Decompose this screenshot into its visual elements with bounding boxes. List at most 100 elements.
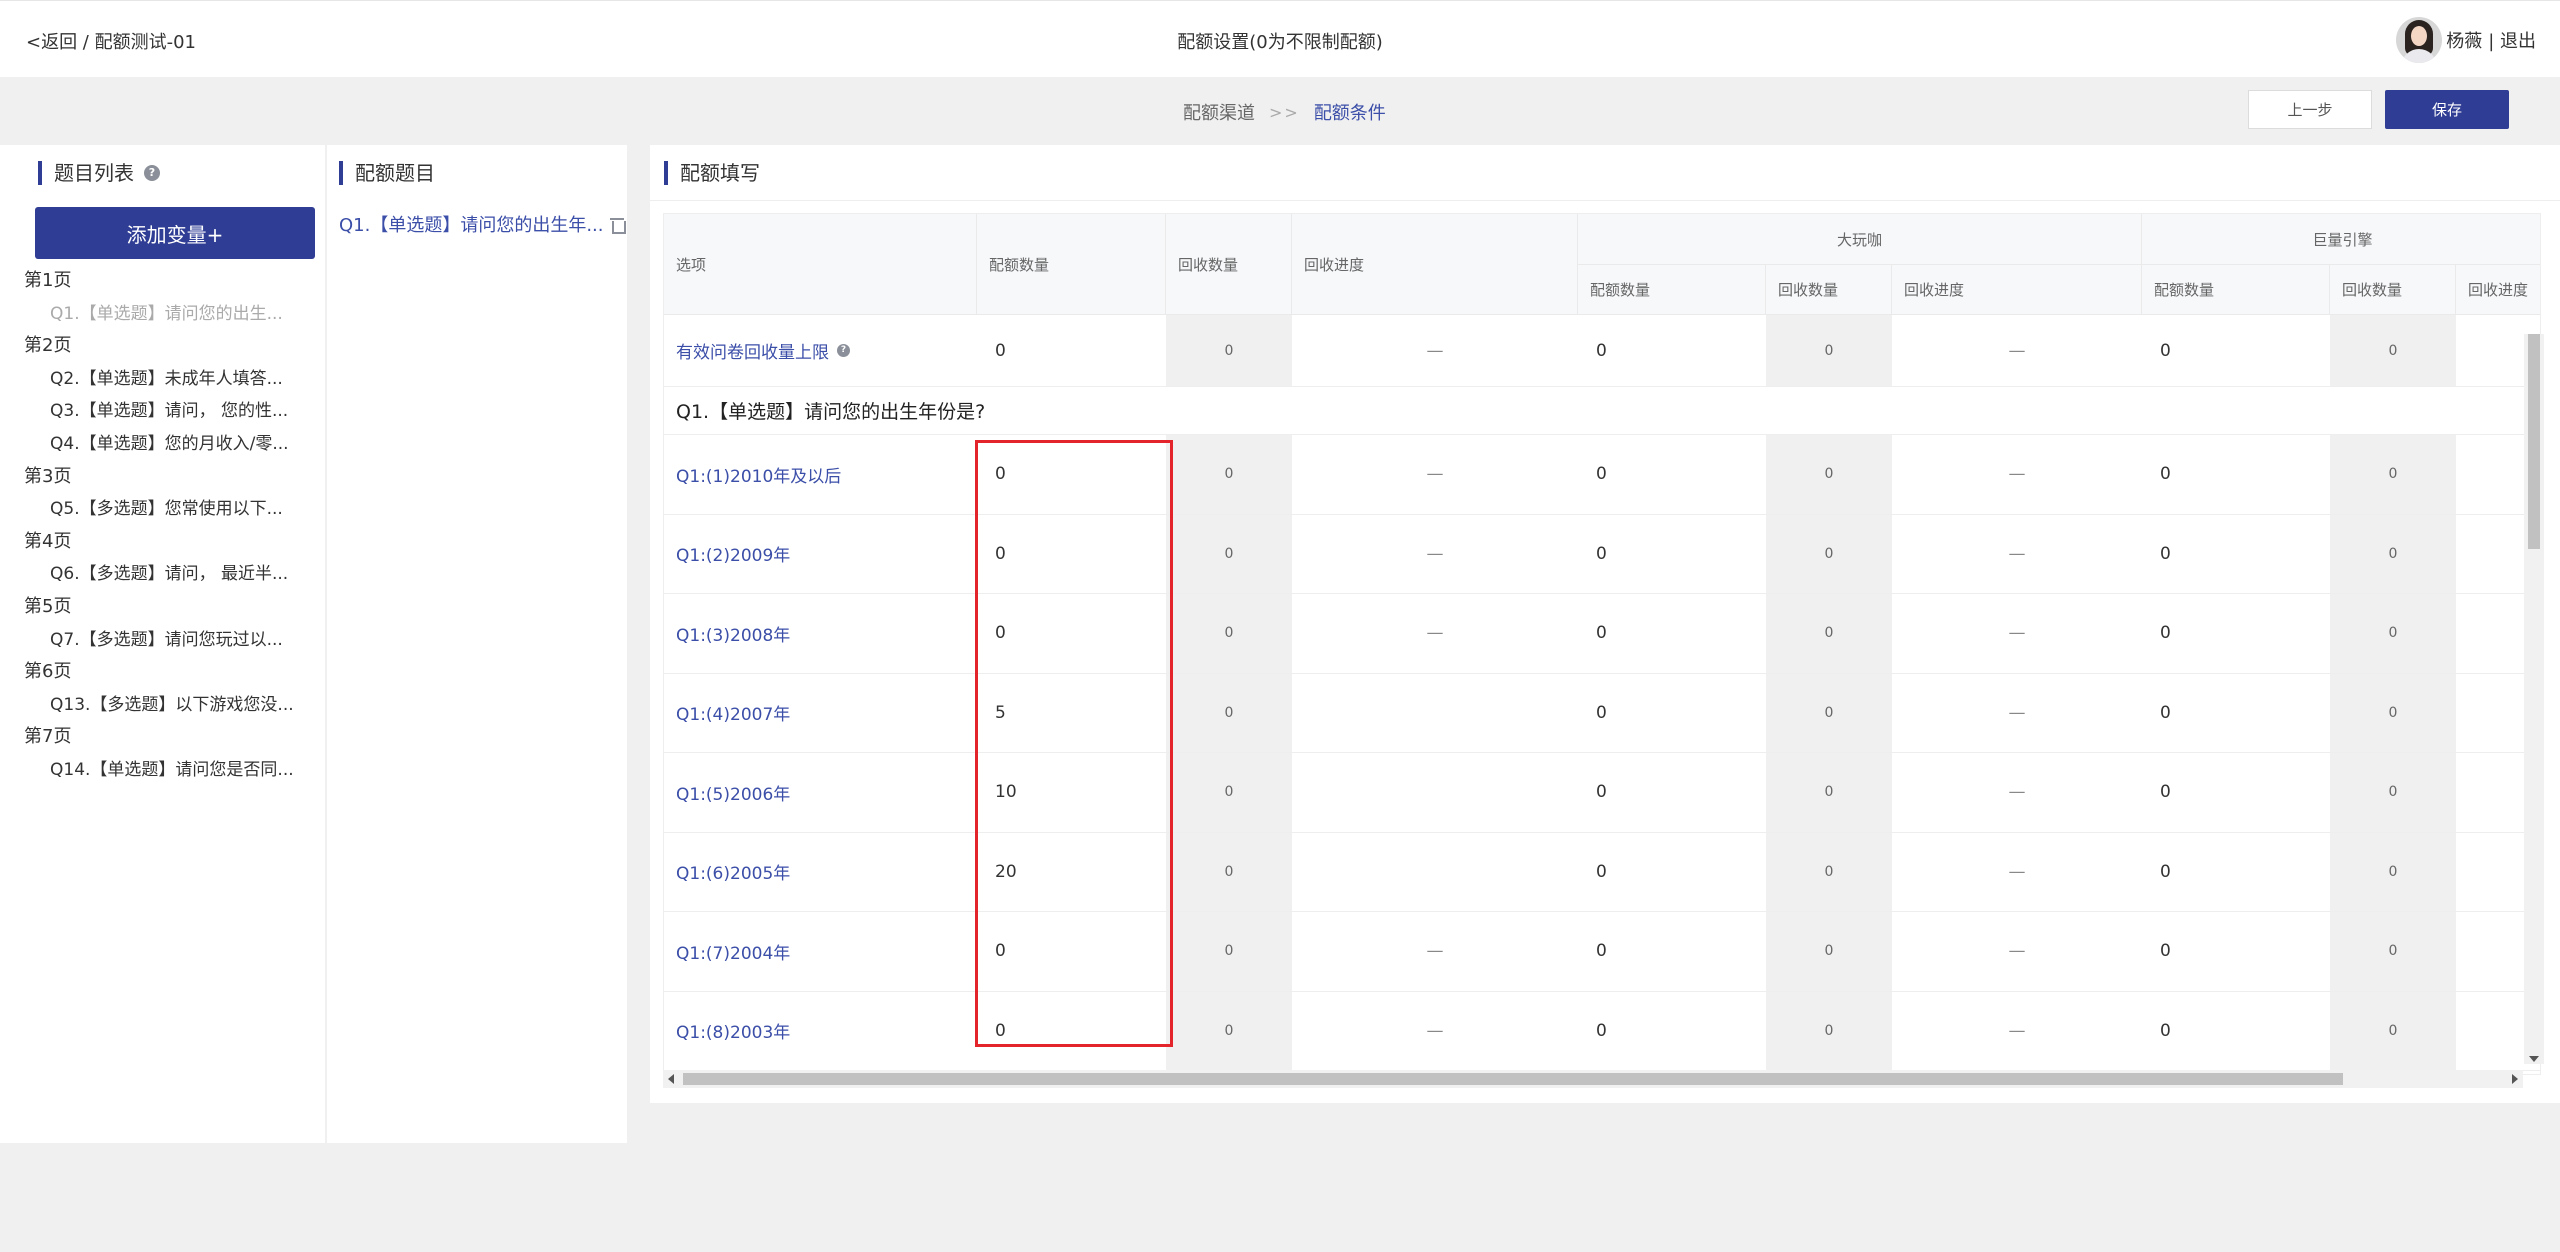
- recv-count: 0: [1166, 435, 1292, 515]
- quota-input[interactable]: 0: [1578, 992, 1766, 1071]
- quota-input[interactable]: 0: [2142, 992, 2330, 1071]
- recv-count: 0: [2330, 435, 2456, 515]
- recv-progress: —: [1892, 753, 2142, 833]
- option-label[interactable]: Q1:(8)2003年: [664, 992, 977, 1071]
- question-list-item[interactable]: Q13.【多选题】以下游戏您没...: [24, 689, 319, 722]
- column-header-recv: 回收数量: [1766, 265, 1892, 315]
- option-label[interactable]: Q1:(5)2006年: [664, 753, 977, 833]
- channel-header: 巨量引擎: [2142, 214, 2540, 265]
- step-conditions[interactable]: 配额条件: [1314, 99, 1386, 125]
- quota-input[interactable]: 0: [2142, 753, 2330, 833]
- quota-input[interactable]: 0: [977, 912, 1166, 992]
- recv-progress: [1292, 833, 1578, 912]
- quota-input[interactable]: 0: [1578, 912, 1766, 992]
- quota-input[interactable]: 0: [1578, 435, 1766, 515]
- recv-count: 0: [1766, 435, 1892, 515]
- recv-count: 0: [2330, 594, 2456, 674]
- question-list-item[interactable]: Q14.【单选题】请问您是否同...: [24, 754, 319, 787]
- recv-progress: —: [1892, 992, 2142, 1071]
- quota-input[interactable]: 0: [1578, 594, 1766, 674]
- add-variable-button[interactable]: 添加变量+: [35, 207, 315, 259]
- quota-input[interactable]: 0: [2142, 674, 2330, 753]
- quota-input[interactable]: 5: [977, 674, 1166, 753]
- recv-count: 0: [1166, 991, 1292, 1071]
- top-bar: <返回 / 配额测试-01 配额设置(0为不限制配额) 杨薇 | 退出: [0, 0, 2560, 77]
- question-list-item[interactable]: Q3.【单选题】请问， 您的性...: [24, 395, 319, 428]
- vertical-scrollbar[interactable]: [2524, 334, 2544, 1064]
- panel-title: 配额填写: [664, 161, 760, 185]
- recv-progress: [1292, 753, 1578, 833]
- quota-input[interactable]: 0: [977, 435, 1166, 515]
- quota-input[interactable]: 0: [1578, 515, 1766, 594]
- quota-input[interactable]: 0: [977, 515, 1166, 594]
- step-channel[interactable]: 配额渠道: [1183, 99, 1255, 125]
- trash-icon[interactable]: [609, 216, 626, 234]
- quota-input[interactable]: 0: [2142, 912, 2330, 992]
- recv-progress: —: [1892, 515, 2142, 594]
- option-label[interactable]: Q1:(2)2009年: [664, 515, 977, 594]
- question-tree: 第1页 Q1.【单选题】请问您的出生... 第2页 Q2.【单选题】未成年人填答...…: [24, 265, 319, 787]
- recv-count: 0: [1166, 594, 1292, 674]
- divider: [650, 200, 2560, 201]
- quota-question-item[interactable]: Q1.【单选题】请问您的出生年...: [339, 211, 626, 237]
- user-name[interactable]: 杨薇: [2446, 27, 2482, 53]
- column-header-quota: 配额数量: [2142, 265, 2330, 315]
- channel-header: 大玩咖: [1578, 214, 2142, 265]
- quota-input[interactable]: 0: [1578, 674, 1766, 753]
- question-list-item[interactable]: Q1.【单选题】请问您的出生...: [24, 298, 319, 331]
- question-list-item[interactable]: Q4.【单选题】您的月收入/零...: [24, 428, 319, 461]
- question-list-item[interactable]: Q5.【多选题】您常使用以下...: [24, 493, 319, 526]
- help-icon[interactable]: ?: [837, 344, 850, 357]
- prev-step-button[interactable]: 上一步: [2248, 90, 2372, 129]
- quota-input[interactable]: 0: [2142, 315, 2330, 387]
- option-label[interactable]: Q1:(1)2010年及以后: [664, 435, 977, 515]
- quota-input[interactable]: 0: [977, 992, 1166, 1071]
- question-list-panel: 题目列表 ? 添加变量+ 第1页 Q1.【单选题】请问您的出生... 第2页 Q2.【…: [0, 145, 325, 1143]
- recv-progress: —: [1892, 912, 2142, 992]
- recv-progress: —: [1292, 594, 1578, 674]
- help-icon[interactable]: ?: [144, 165, 160, 181]
- quota-input[interactable]: 0: [2142, 594, 2330, 674]
- quota-input[interactable]: 0: [1578, 753, 1766, 833]
- quota-input[interactable]: 0: [977, 594, 1166, 674]
- recv-count: 0: [1766, 673, 1892, 753]
- horizontal-scrollbar[interactable]: [663, 1070, 2523, 1088]
- logout-link[interactable]: | 退出: [2488, 27, 2536, 53]
- recv-count: 0: [2330, 315, 2456, 387]
- option-label[interactable]: Q1:(6)2005年: [664, 833, 977, 912]
- avatar[interactable]: [2396, 17, 2443, 63]
- quota-input[interactable]: 0: [1578, 833, 1766, 912]
- option-label[interactable]: Q1:(4)2007年: [664, 674, 977, 753]
- column-header-quota: 配额数量: [1578, 265, 1766, 315]
- quota-input[interactable]: 0: [2142, 435, 2330, 515]
- quota-input[interactable]: 0: [2142, 515, 2330, 594]
- quota-input[interactable]: 20: [977, 833, 1166, 912]
- step-indicator: 配额渠道 >> 配额条件: [1183, 99, 1386, 125]
- quota-input[interactable]: 0: [1578, 315, 1766, 387]
- option-label[interactable]: Q1:(3)2008年: [664, 594, 977, 674]
- recv-count: 0: [1166, 753, 1292, 833]
- page-group-label: 第1页: [24, 270, 72, 291]
- recv-progress: —: [1892, 833, 2142, 912]
- quota-input[interactable]: 10: [977, 753, 1166, 833]
- recv-progress: —: [1292, 515, 1578, 594]
- panel-title: 题目列表 ?: [38, 161, 160, 185]
- question-list-item[interactable]: Q7.【多选题】请问您玩过以...: [24, 624, 319, 657]
- option-label[interactable]: Q1:(7)2004年: [664, 912, 977, 992]
- recv-count: 0: [2330, 832, 2456, 912]
- quota-fill-panel: 配额填写 选项 配额数量 回收数量 回收进度 大玩咖 巨量引擎 配额数量 回收数量 回收进度 配额…: [650, 145, 2560, 1103]
- page-group-label: 第7页: [24, 726, 72, 748]
- recv-count: 0: [1166, 673, 1292, 753]
- question-list-item[interactable]: Q2.【单选题】未成年人填答...: [24, 363, 319, 396]
- quota-input[interactable]: 0: [977, 315, 1166, 387]
- recv-count: 0: [2330, 991, 2456, 1071]
- quota-input[interactable]: 0: [2142, 833, 2330, 912]
- save-button[interactable]: 保存: [2385, 90, 2509, 129]
- recv-count: 0: [1766, 514, 1892, 594]
- valid-limit-label[interactable]: 有效问卷回收量上限?: [664, 315, 977, 387]
- recv-count: 0: [1166, 315, 1292, 387]
- recv-progress: —: [1892, 315, 2142, 387]
- recv-progress: —: [1292, 992, 1578, 1071]
- question-list-item[interactable]: Q6.【多选题】请问， 最近半...: [24, 558, 319, 591]
- recv-count: 0: [1766, 832, 1892, 912]
